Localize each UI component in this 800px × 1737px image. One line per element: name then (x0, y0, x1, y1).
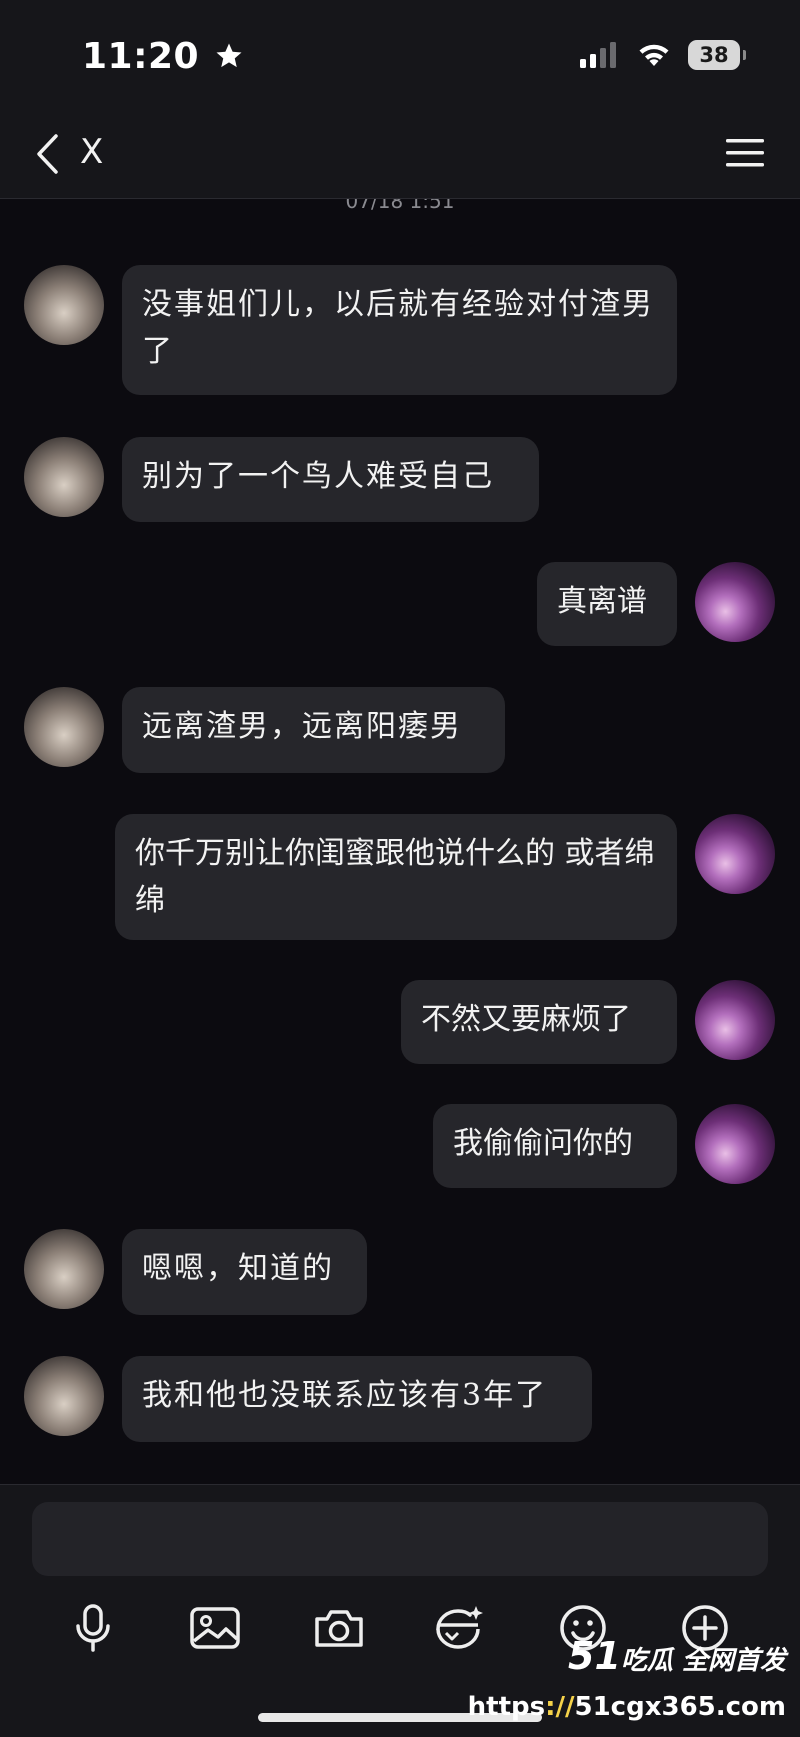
microphone-icon (76, 1604, 110, 1652)
user-avatar[interactable] (695, 814, 775, 894)
sent-message[interactable]: 你千万别让你闺蜜跟他说什么的 或者绵绵 (115, 814, 677, 940)
sticker-button[interactable] (425, 1593, 495, 1663)
sent-message[interactable]: 真离谱 (537, 562, 677, 646)
watermark-brand-number: 51 (568, 1634, 621, 1678)
sticker-icon (436, 1606, 483, 1649)
watermark-url-prefix: https (467, 1692, 546, 1722)
wifi-icon (639, 44, 669, 66)
watermark-brand: 51吃瓜 全网首发 (568, 1634, 786, 1678)
contact-avatar[interactable] (24, 1356, 104, 1436)
watermark-brand-text: 吃瓜 全网首发 (620, 1646, 786, 1676)
user-avatar[interactable] (695, 980, 775, 1060)
message-list[interactable]: 07/18 1:51 没事姐们儿，以后就有经验对付渣男了 别为了一个鸟人难受自己… (0, 199, 800, 1484)
chevron-left-icon (37, 134, 58, 174)
user-avatar[interactable] (695, 1104, 775, 1184)
sent-message[interactable]: 我偷偷问你的 (433, 1104, 677, 1188)
message-timestamp: 07/18 1:51 (345, 199, 455, 213)
watermark: 51吃瓜 全网首发 https://51cgx365.com (468, 1634, 794, 1734)
battery-icon: 38 (688, 40, 746, 70)
menu-button[interactable] (720, 130, 770, 176)
watermark-url-domain: 51cgx365.com (574, 1692, 787, 1722)
camera-button[interactable] (304, 1593, 374, 1663)
contact-avatar[interactable] (24, 437, 104, 517)
received-message[interactable]: 远离渣男，远离阳痿男 (122, 687, 505, 773)
received-message[interactable]: 嗯嗯，知道的 (122, 1229, 367, 1315)
hamburger-menu-icon (726, 139, 764, 167)
contact-avatar[interactable] (24, 1229, 104, 1309)
image-icon (190, 1607, 240, 1649)
contact-avatar[interactable] (24, 687, 104, 767)
contact-avatar[interactable] (24, 265, 104, 345)
chat-header: X (0, 110, 800, 199)
star-icon (216, 43, 242, 68)
cellular-signal-icon (580, 42, 616, 68)
gallery-button[interactable] (180, 1593, 250, 1663)
received-message[interactable]: 我和他也没联系应该有3年了 (122, 1356, 592, 1442)
sent-message[interactable]: 不然又要麻烦了 (401, 980, 677, 1064)
received-message[interactable]: 没事姐们儿，以后就有经验对付渣男了 (122, 265, 677, 395)
status-bar: 11:20 38 (0, 0, 800, 110)
voice-button[interactable] (58, 1593, 128, 1663)
watermark-url: https://51cgx365.com (467, 1692, 787, 1722)
message-input[interactable] (32, 1502, 768, 1576)
user-avatar[interactable] (695, 562, 775, 642)
chat-title[interactable]: X (80, 132, 103, 172)
status-right: 38 (580, 40, 746, 70)
received-message[interactable]: 别为了一个鸟人难受自己 (122, 437, 539, 522)
back-button[interactable] (24, 128, 70, 180)
camera-icon (315, 1610, 363, 1647)
status-time: 11:20 (82, 36, 244, 77)
